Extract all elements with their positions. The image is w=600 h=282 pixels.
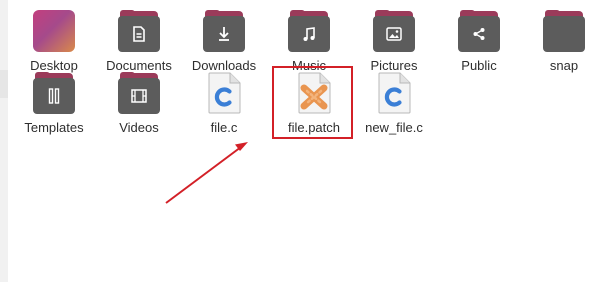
annotation-arrow bbox=[165, 142, 248, 204]
